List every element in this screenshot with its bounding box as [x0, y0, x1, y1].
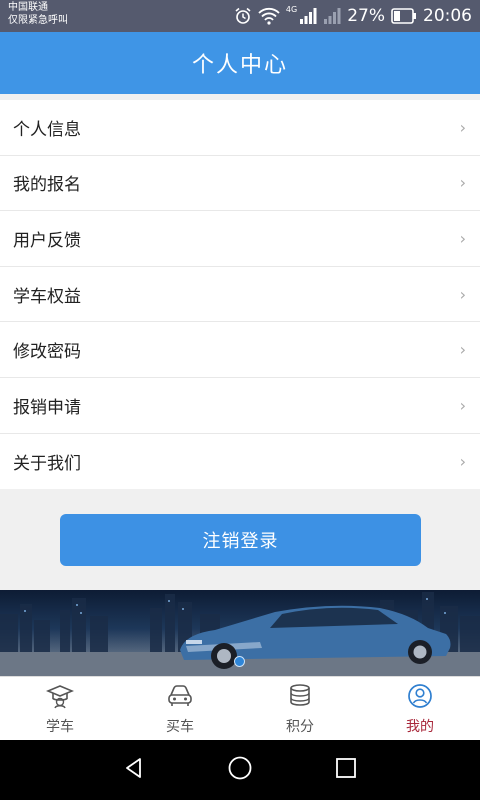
- chevron-right-icon: ›: [459, 173, 466, 193]
- battery-percent: 27%: [347, 6, 385, 26]
- menu-item-my-registration[interactable]: 我的报名 ›: [0, 156, 480, 212]
- tab-label: 我的: [406, 718, 434, 735]
- tab-buy-car[interactable]: 买车: [120, 677, 240, 741]
- signal-icon: [299, 7, 317, 25]
- tab-label: 买车: [166, 718, 194, 735]
- tab-label: 积分: [286, 718, 314, 735]
- back-icon: [122, 756, 146, 784]
- user-icon: [406, 683, 434, 713]
- menu-item-change-password[interactable]: 修改密码 ›: [0, 322, 480, 378]
- bottom-tab-bar: 学车 买车 积分 我的: [0, 676, 480, 740]
- graduation-icon: [45, 683, 75, 713]
- coins-icon: [286, 683, 314, 713]
- home-icon: [227, 755, 253, 785]
- page-title: 个人中心: [191, 53, 288, 78]
- carrier-info: 中国联通 仅限紧急呼叫: [8, 1, 68, 27]
- chevron-right-icon: ›: [459, 284, 466, 304]
- menu-item-personal-info[interactable]: 个人信息 ›: [0, 100, 480, 156]
- emergency-only: 仅限紧急呼叫: [8, 15, 68, 26]
- tab-learn-driving[interactable]: 学车: [0, 677, 120, 741]
- tab-mine[interactable]: 我的: [360, 677, 480, 741]
- status-bar: 中国联通 仅限紧急呼叫 4G 27% 20:06: [0, 0, 480, 32]
- network-type: 4G: [285, 4, 298, 14]
- menu-item-about-us[interactable]: 关于我们 ›: [0, 434, 480, 490]
- wifi-icon: [258, 7, 280, 25]
- tab-points[interactable]: 积分: [240, 677, 360, 741]
- menu-item-label: 修改密码: [13, 342, 81, 363]
- carrier-name: 中国联通: [8, 2, 48, 13]
- tab-label: 学车: [46, 718, 74, 735]
- menu-item-label: 报销申请: [13, 397, 81, 418]
- chevron-right-icon: ›: [459, 451, 466, 471]
- page-header: 个人中心: [0, 32, 480, 94]
- clock: 20:06: [423, 6, 472, 26]
- carousel-indicator[interactable]: [234, 656, 245, 667]
- home-button[interactable]: [210, 740, 270, 800]
- chevron-right-icon: ›: [459, 117, 466, 137]
- menu-item-label: 关于我们: [13, 453, 81, 474]
- menu-item-label: 我的报名: [13, 175, 81, 196]
- signal-empty-icon: [323, 7, 341, 25]
- battery-icon: [391, 8, 417, 24]
- menu-item-label: 用户反馈: [13, 230, 81, 251]
- recents-button[interactable]: [316, 740, 376, 800]
- logout-button[interactable]: 注销登录: [60, 514, 421, 566]
- chevron-right-icon: ›: [459, 340, 466, 360]
- chevron-right-icon: ›: [459, 395, 466, 415]
- settings-menu: 个人信息 › 我的报名 › 用户反馈 › 学车权益 › 修改密码 › 报销申请 …: [0, 100, 480, 490]
- menu-item-reimbursement[interactable]: 报销申请 ›: [0, 378, 480, 434]
- recents-icon: [334, 756, 358, 784]
- menu-item-label: 学车权益: [13, 286, 81, 307]
- car-icon: [166, 683, 194, 713]
- back-button[interactable]: [104, 740, 164, 800]
- menu-item-label: 个人信息: [13, 119, 81, 140]
- alarm-icon: [234, 7, 252, 25]
- logout-label: 注销登录: [202, 531, 279, 552]
- chevron-right-icon: ›: [459, 228, 466, 248]
- menu-item-feedback[interactable]: 用户反馈 ›: [0, 211, 480, 267]
- system-nav-bar: [0, 740, 480, 800]
- menu-item-benefits[interactable]: 学车权益 ›: [0, 267, 480, 323]
